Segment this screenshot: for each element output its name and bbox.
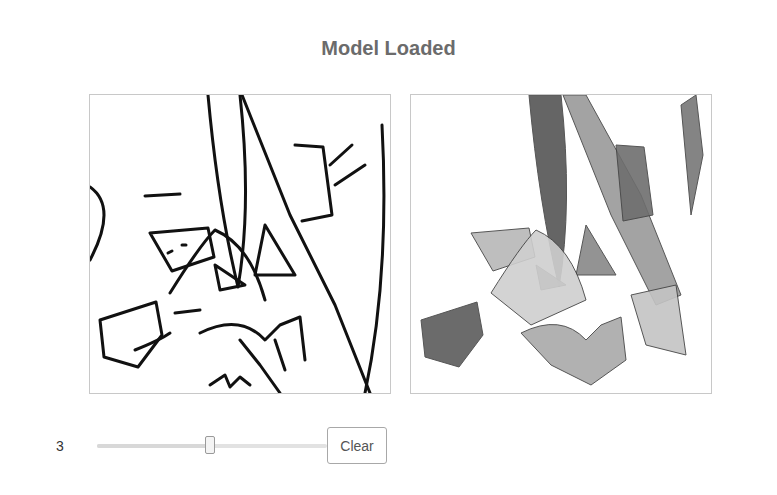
canvas-row [0,94,777,394]
status-title: Model Loaded [0,0,777,60]
slider-thumb[interactable] [205,436,215,454]
clear-button[interactable]: Clear [327,427,387,464]
slider-value: 3 [56,438,68,454]
slider-track[interactable] [97,444,327,448]
controls-row: 3 Clear [0,427,777,464]
output-image [410,94,712,394]
slider-fill [97,444,210,448]
sketch-canvas[interactable] [89,94,391,394]
size-slider[interactable] [97,437,327,455]
